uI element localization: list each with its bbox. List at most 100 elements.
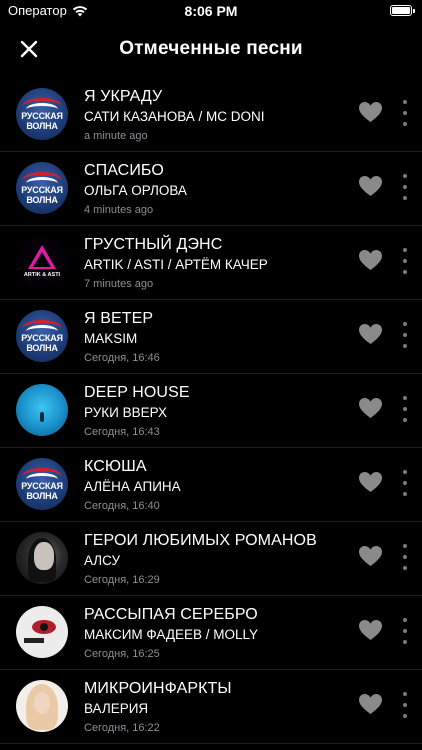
song-title: DEEP HOUSE bbox=[84, 384, 190, 401]
more-dot bbox=[403, 418, 407, 422]
artwork-text: РУССКАЯ bbox=[21, 481, 63, 491]
song-row[interactable]: DEEP HOUSE РУКИ ВВЕРХ Сегодня, 16:43 bbox=[0, 374, 422, 448]
song-timestamp: 7 minutes ago bbox=[84, 278, 154, 290]
more-dot bbox=[403, 185, 407, 189]
more-dot bbox=[403, 322, 407, 326]
song-artist: РУКИ ВВЕРХ bbox=[84, 405, 168, 420]
album-artwork bbox=[16, 532, 68, 584]
like-button[interactable] bbox=[358, 175, 383, 197]
like-button[interactable] bbox=[358, 249, 383, 271]
song-title: РАССЫПАЯ СЕРЕБРО bbox=[84, 606, 258, 623]
song-title: ГРУСТНЫЙ ДЭНС bbox=[84, 236, 223, 253]
artwork-text: ВОЛНА bbox=[26, 491, 58, 501]
more-dot bbox=[403, 492, 407, 496]
more-button[interactable] bbox=[397, 100, 413, 126]
album-artwork: РУССКАЯ ВОЛНА bbox=[16, 162, 68, 214]
like-button[interactable] bbox=[358, 693, 383, 715]
status-time: 8:06 PM bbox=[184, 3, 238, 19]
more-dot bbox=[403, 259, 407, 263]
song-artist: MAKSIM bbox=[84, 331, 138, 346]
album-artwork: РУССКАЯ ВОЛНА bbox=[16, 88, 68, 140]
album-artwork bbox=[16, 606, 68, 658]
more-button[interactable] bbox=[397, 248, 413, 274]
song-title: Я УКРАДУ bbox=[84, 88, 163, 105]
heart-icon bbox=[359, 176, 382, 196]
song-artist: ОЛЬГА ОРЛОВА bbox=[84, 183, 187, 198]
song-row[interactable]: РУССКАЯ ВОЛНА Я ВЕТЕР MAKSIM Сегодня, 16:46 bbox=[0, 300, 422, 374]
heart-icon bbox=[359, 546, 382, 566]
more-dot bbox=[403, 396, 407, 400]
song-timestamp: Сегодня, 16:22 bbox=[84, 722, 160, 734]
more-button[interactable] bbox=[397, 396, 413, 422]
battery-icon bbox=[390, 5, 415, 16]
artwork-text: РУССКАЯ bbox=[21, 111, 63, 121]
more-dot bbox=[403, 703, 407, 707]
song-row[interactable]: РУССКАЯ ВОЛНА КСЮША АЛЁНА АПИНА Сегодня, 16:… bbox=[0, 448, 422, 522]
song-artist: САТИ КАЗАНОВА / MC DONI bbox=[84, 109, 265, 124]
album-artwork: ARTIK & ASTI bbox=[16, 236, 68, 288]
album-artwork bbox=[16, 680, 68, 732]
song-row[interactable]: РУССКАЯ ВОЛНА СПАСИБО ОЛЬГА ОРЛОВА 4 minutes… bbox=[0, 152, 422, 226]
song-artist: АЛЁНА АПИНА bbox=[84, 479, 181, 494]
song-row[interactable]: РУССКАЯ ВОЛНА Я УКРАДУ САТИ КАЗАНОВА / MC D… bbox=[0, 78, 422, 152]
song-timestamp: Сегодня, 16:46 bbox=[84, 352, 160, 364]
artwork-text: ВОЛНА bbox=[26, 121, 58, 131]
artwork-text: ARTIK & ASTI bbox=[23, 272, 61, 278]
song-title: Я ВЕТЕР bbox=[84, 310, 154, 327]
more-dot bbox=[403, 692, 407, 696]
heart-icon bbox=[359, 250, 382, 270]
more-dot bbox=[403, 544, 407, 548]
more-button[interactable] bbox=[397, 470, 413, 496]
song-timestamp: Сегодня, 16:40 bbox=[84, 500, 160, 512]
more-dot bbox=[403, 111, 407, 115]
song-timestamp: Сегодня, 16:43 bbox=[84, 426, 160, 438]
artwork-text: РУССКАЯ bbox=[21, 185, 63, 195]
heart-icon bbox=[359, 398, 382, 418]
song-row[interactable]: МИКРОИНФАРКТЫ ВАЛЕРИЯ Сегодня, 16:22 bbox=[0, 670, 422, 744]
song-title: СПАСИБО bbox=[84, 162, 164, 179]
song-artist: МАКСИМ ФАДЕЕВ / MOLLY bbox=[84, 627, 259, 642]
song-row[interactable]: ГЕРОИ ЛЮБИМЫХ РОМАНОВ АЛСУ Сегодня, 16:29 bbox=[0, 522, 422, 596]
album-artwork: РУССКАЯ ВОЛНА bbox=[16, 458, 68, 510]
more-button[interactable] bbox=[397, 618, 413, 644]
like-button[interactable] bbox=[358, 323, 383, 345]
song-timestamp: Сегодня, 16:29 bbox=[84, 574, 160, 586]
heart-icon bbox=[359, 324, 382, 344]
song-timestamp: a minute ago bbox=[84, 130, 148, 142]
more-dot bbox=[403, 470, 407, 474]
more-dot bbox=[403, 618, 407, 622]
more-dot bbox=[403, 714, 407, 718]
like-button[interactable] bbox=[358, 619, 383, 641]
like-button[interactable] bbox=[358, 101, 383, 123]
more-dot bbox=[403, 196, 407, 200]
more-dot bbox=[403, 407, 407, 411]
heart-icon bbox=[359, 102, 382, 122]
artwork-text: ВОЛНА bbox=[26, 343, 58, 353]
more-dot bbox=[403, 333, 407, 337]
like-button[interactable] bbox=[358, 471, 383, 493]
navigation-bar: Отмеченные песни bbox=[0, 28, 422, 72]
like-button[interactable] bbox=[358, 397, 383, 419]
song-artist: ARTIK / ASTI / АРТЁМ КАЧЕР bbox=[84, 257, 268, 272]
more-dot bbox=[403, 566, 407, 570]
song-timestamp: Сегодня, 16:25 bbox=[84, 648, 160, 660]
artwork-text: ВОЛНА bbox=[26, 195, 58, 205]
more-button[interactable] bbox=[397, 692, 413, 718]
album-artwork bbox=[16, 384, 68, 436]
more-button[interactable] bbox=[397, 544, 413, 570]
heart-icon bbox=[359, 694, 382, 714]
page-title: Отмеченные песни bbox=[119, 38, 303, 59]
song-row[interactable]: РАССЫПАЯ СЕРЕБРО МАКСИМ ФАДЕЕВ / MOLLY Сег… bbox=[0, 596, 422, 670]
like-button[interactable] bbox=[358, 545, 383, 567]
song-list: РУССКАЯ ВОЛНА Я УКРАДУ САТИ КАЗАНОВА / MC D… bbox=[0, 78, 422, 744]
more-dot bbox=[403, 640, 407, 644]
heart-icon bbox=[359, 472, 382, 492]
song-row[interactable]: ARTIK & ASTI ГРУСТНЫЙ ДЭНС ARTIK / ASTI / … bbox=[0, 226, 422, 300]
song-timestamp: 4 minutes ago bbox=[84, 204, 154, 216]
more-dot bbox=[403, 174, 407, 178]
more-dot bbox=[403, 481, 407, 485]
artwork-text: РУССКАЯ bbox=[21, 333, 63, 343]
song-artist: АЛСУ bbox=[84, 553, 121, 568]
more-button[interactable] bbox=[397, 174, 413, 200]
more-button[interactable] bbox=[397, 322, 413, 348]
